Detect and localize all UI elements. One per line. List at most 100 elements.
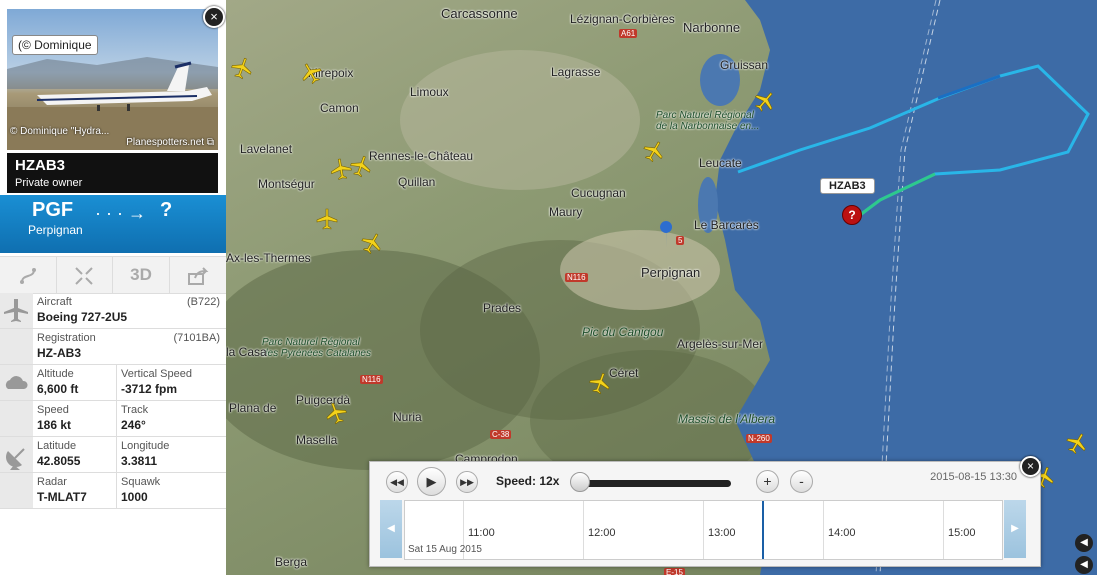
aircraft-photo[interactable]: (© Dominique © Dominique "Hydra... Plane…: [7, 9, 218, 150]
aircraft-icon: [0, 293, 33, 328]
registration-value: HZ-AB3: [37, 346, 81, 360]
road-shield: E-15: [664, 568, 685, 575]
speed-row: Speed 186 kt Track 246°: [0, 401, 226, 437]
zoom-in-button[interactable]: +: [756, 470, 779, 493]
aircraft-row: Aircraft (B722) Boeing 727-2U5: [0, 293, 226, 329]
callsign-header: HZAB3 Private owner: [7, 153, 218, 193]
radar-cell: Radar T-MLAT7: [33, 473, 116, 508]
speed-slider[interactable]: [576, 480, 731, 487]
map-place-label: Nuria: [393, 410, 422, 424]
altitude-cell: Altitude 6,600 ft: [33, 365, 116, 400]
route-icon[interactable]: [0, 257, 57, 293]
chevron-left-icon: ◀: [1080, 537, 1088, 548]
cloud-icon: [0, 365, 33, 400]
track-cell: Track 246°: [117, 401, 226, 436]
timeline-back-button[interactable]: ◀: [380, 500, 402, 558]
latitude-label: Latitude: [37, 440, 77, 452]
share-icon[interactable]: [170, 257, 226, 293]
longitude-value: 3.3811: [121, 454, 158, 468]
squawk-cell: Squawk 1000: [117, 473, 226, 508]
map-place-label: Plana de: [229, 401, 277, 415]
map-place-label: Lavelanet: [240, 142, 293, 156]
latitude-value: 42.8055: [37, 454, 81, 468]
radar-dish-icon: [0, 437, 33, 472]
radar-label: Radar: [37, 476, 67, 488]
chevron-right-icon: ▶: [1011, 523, 1019, 534]
map-place-label: Narbonne: [683, 20, 741, 35]
aircraft-icon[interactable]: [316, 208, 338, 230]
play-icon: ▶: [426, 474, 437, 489]
road-shield: N116: [360, 375, 383, 384]
radar-icon-cell: [0, 473, 33, 508]
chevron-left-icon: ◀: [387, 523, 395, 534]
altitude-label: Altitude: [37, 368, 74, 380]
aircraft-cell: Aircraft (B722) Boeing 727-2U5: [33, 293, 226, 328]
timeline-time-label: 11:00: [468, 527, 495, 539]
timeline-time-label: 12:00: [588, 527, 616, 539]
origin-code[interactable]: PGF: [32, 199, 73, 222]
origin-city: Perpignan: [28, 223, 83, 237]
timeline-forward-button[interactable]: ▶: [1004, 500, 1026, 558]
close-panel-button[interactable]: ×: [203, 6, 225, 28]
collapse-left-button[interactable]: ◀: [1075, 534, 1093, 552]
aircraft-type-code: (B722): [186, 296, 220, 308]
close-playback-button[interactable]: ×: [1020, 456, 1041, 477]
speed-label: Speed: 12x: [496, 474, 560, 488]
photo-source-link[interactable]: Planespotters.net ⧉: [126, 137, 214, 148]
chevron-left-icon: ◀: [1080, 559, 1088, 570]
map-place-label: Quillan: [398, 175, 436, 189]
timeline-time-label: 15:00: [948, 527, 976, 539]
destination-code[interactable]: ?: [160, 199, 172, 222]
registration-row: Registration (7101BA) HZ-AB3: [0, 329, 226, 365]
timeline-tick: [943, 501, 944, 559]
3d-view-button[interactable]: 3D: [113, 257, 170, 293]
vertical-speed-label: Vertical Speed: [121, 368, 192, 380]
timeline-tick: [583, 501, 584, 559]
timeline-date: Sat 15 Aug 2015: [408, 544, 482, 555]
registration-cell: Registration (7101BA) HZ-AB3: [33, 329, 226, 364]
speed-cell: Speed 186 kt: [33, 401, 116, 436]
squawk-value: 1000: [121, 490, 148, 504]
collapse-right-button[interactable]: ◀: [1075, 556, 1093, 574]
timeline-tick: [823, 501, 824, 559]
center-view-icon[interactable]: [56, 257, 113, 293]
longitude-cell: Longitude 3.3811: [117, 437, 226, 472]
latitude-cell: Latitude 42.8055: [33, 437, 116, 472]
registration-label: Registration: [37, 332, 96, 344]
callsign: HZAB3: [15, 157, 66, 174]
photo-source-label: Planespotters.net: [126, 137, 205, 148]
timeline[interactable]: 11:00 12:00 13:00 14:00 15:00 Sat 15 Aug…: [404, 500, 1003, 560]
map-place-label: Lézignan-Corbières: [570, 12, 675, 26]
route-bar: PGF · · · → ? Perpignan: [0, 195, 226, 253]
registration-icon-cell: [0, 329, 33, 364]
road-shield: 5: [676, 236, 685, 245]
selected-aircraft-marker[interactable]: ?: [842, 205, 862, 225]
play-button[interactable]: ▶: [417, 467, 446, 496]
speed-icon-cell: [0, 401, 33, 436]
map-place-label: Maury: [549, 205, 583, 219]
timeline-time-label: 13:00: [708, 527, 736, 539]
zoom-out-button[interactable]: -: [790, 470, 813, 493]
rewind-button[interactable]: ◀◀: [386, 471, 408, 493]
map-place-label: Carcassonne: [441, 6, 518, 21]
altitude-row: Altitude 6,600 ft Vertical Speed -3712 f…: [0, 365, 226, 401]
fast-forward-button[interactable]: ▶▶: [456, 471, 478, 493]
map-place-label: Lagrasse: [551, 65, 601, 79]
aircraft-label: Aircraft: [37, 296, 72, 308]
map-place-label: Camon: [320, 101, 359, 115]
squawk-label: Squawk: [121, 476, 161, 488]
map-place-label: Pic du Canigou: [582, 325, 664, 339]
flight-info-panel: (© Dominique © Dominique "Hydra... Plane…: [0, 0, 226, 575]
map-place-label: Rennes-le-Château: [369, 149, 474, 163]
altitude-value: 6,600 ft: [37, 382, 79, 396]
vertical-speed-cell: Vertical Speed -3712 fpm: [117, 365, 226, 400]
speed-slider-handle[interactable]: [570, 472, 590, 492]
rewind-icon: ◀◀: [390, 477, 404, 487]
speed-value: 186 kt: [37, 418, 72, 432]
external-link-icon: ⧉: [206, 137, 214, 148]
timeline-cursor[interactable]: [762, 501, 764, 559]
map-place-label: Le Barcarès: [694, 218, 759, 232]
flight-map-label[interactable]: HZAB3: [820, 178, 875, 194]
road-shield: N116: [565, 273, 588, 282]
route-arrow-icon: · · · →: [95, 203, 146, 223]
